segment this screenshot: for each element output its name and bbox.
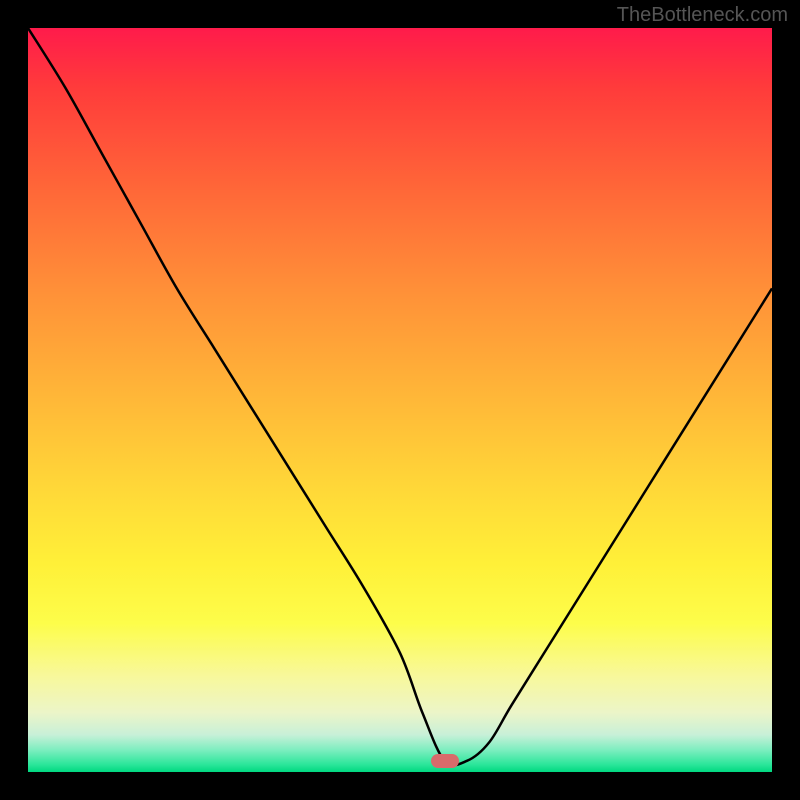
plot-area xyxy=(28,28,772,772)
curve-svg xyxy=(28,28,772,772)
bottleneck-curve xyxy=(28,28,772,765)
watermark-text: TheBottleneck.com xyxy=(617,4,788,27)
optimal-marker xyxy=(431,754,459,768)
